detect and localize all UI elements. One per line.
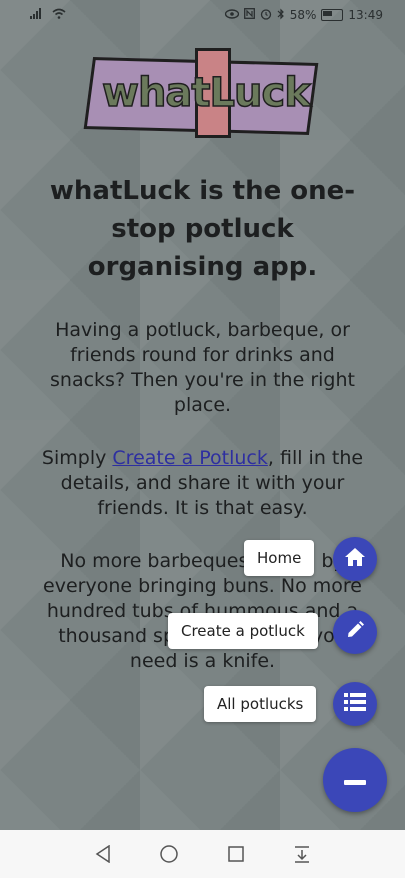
create-potluck-link[interactable]: Create a Potluck (112, 447, 267, 469)
logo-text: whatLuck (101, 69, 311, 117)
eye-icon (224, 8, 239, 22)
bluetooth-icon (277, 8, 285, 23)
back-icon[interactable] (91, 842, 115, 866)
fab-home-button[interactable] (333, 537, 377, 581)
alarm-icon (260, 8, 272, 23)
signal-icon (30, 8, 46, 22)
fab-label-create[interactable]: Create a potluck (168, 613, 318, 649)
status-right: 58% 13:49 (224, 8, 383, 23)
page-headline: whatLuck is the one-stop potluck organis… (49, 176, 356, 282)
fab-create-button[interactable] (333, 610, 377, 654)
fab-all-button[interactable] (333, 682, 377, 726)
recents-icon[interactable] (224, 842, 248, 866)
intro-paragraph: Having a potluck, barbeque, or friends r… (50, 319, 355, 416)
instructions-paragraph: Simply Create a Potluck, fill in the det… (36, 446, 369, 521)
instructions-before: Simply (41, 447, 113, 469)
battery-icon (321, 9, 344, 21)
status-time: 13:49 (348, 8, 383, 22)
whatluck-logo: whatLuck (83, 48, 319, 143)
tagline-paragraph: No more barbeques ruined by everyone bri… (43, 550, 362, 672)
home-circle-icon[interactable] (157, 842, 181, 866)
home-icon (344, 547, 366, 571)
system-nav-bar (0, 830, 405, 878)
minus-icon (344, 771, 366, 790)
status-bar: 58% 13:49 (0, 0, 405, 30)
pencil-icon (345, 620, 365, 644)
status-left (30, 8, 66, 22)
fab-label-home[interactable]: Home (244, 540, 315, 576)
battery-percent: 58% (289, 8, 317, 22)
fab-label-all[interactable]: All potlucks (204, 686, 317, 722)
list-icon (344, 693, 366, 715)
fab-toggle-button[interactable] (323, 748, 387, 812)
wifi-icon (52, 8, 66, 22)
notification-drawer-icon[interactable] (290, 842, 314, 866)
nfc-icon (243, 8, 255, 22)
